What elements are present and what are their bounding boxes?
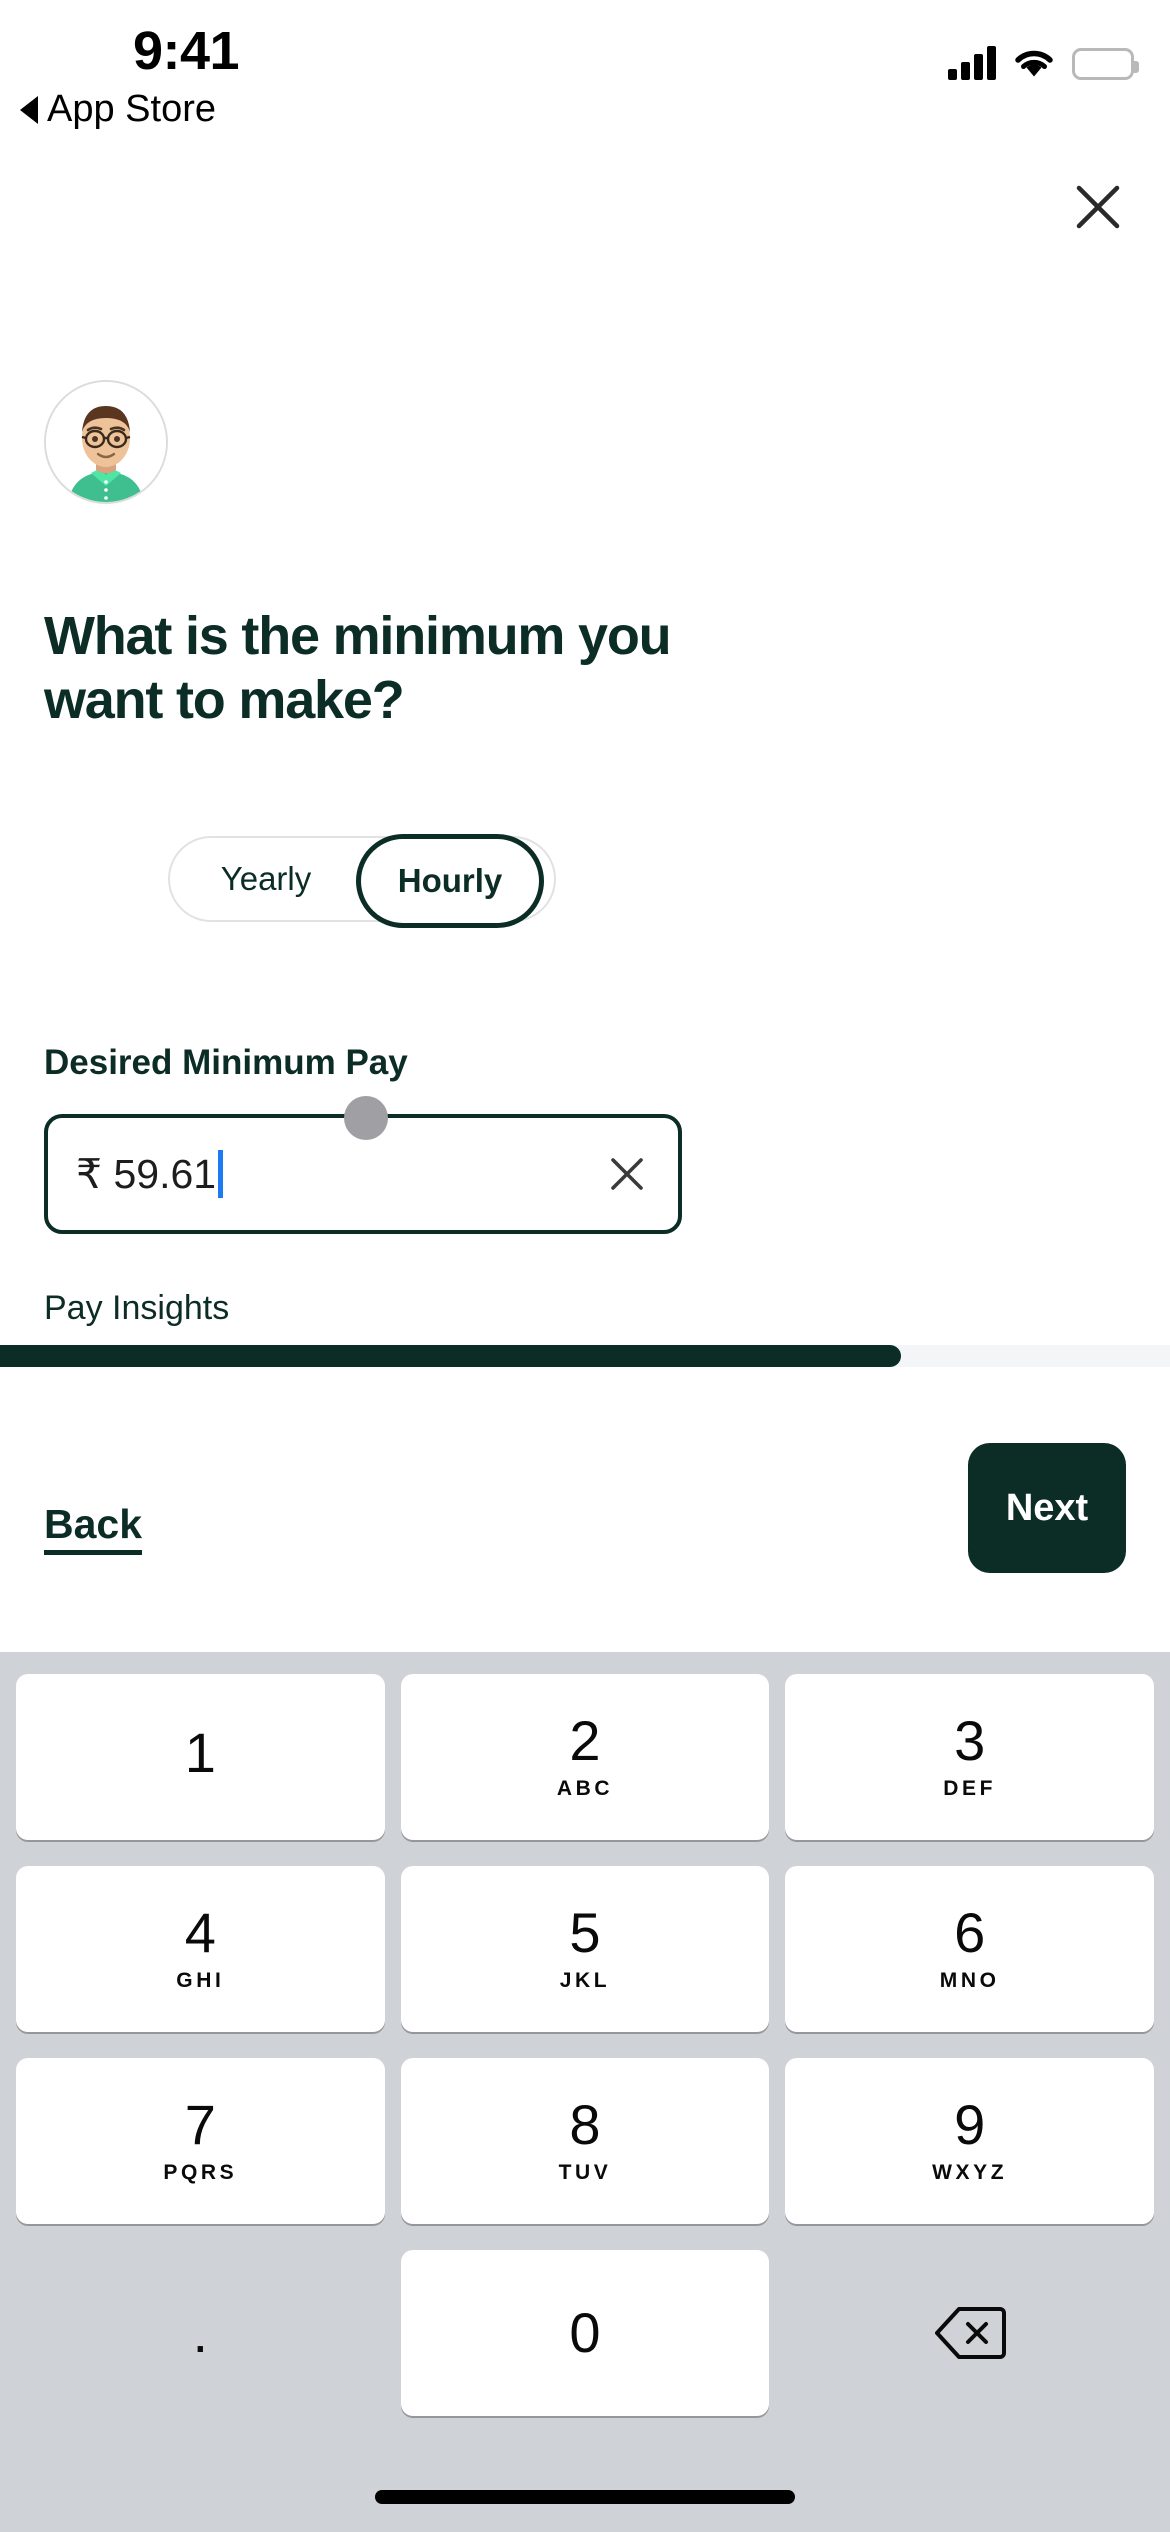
key-7[interactable]: 7 PQRS xyxy=(16,2058,385,2224)
close-button[interactable] xyxy=(1066,175,1130,239)
back-button[interactable]: Back xyxy=(44,1501,142,1548)
keypad-cell xyxy=(777,2250,1162,2416)
keypad-cell: 3 DEF xyxy=(777,1674,1162,1840)
keypad-cell: 9 WXYZ xyxy=(777,2058,1162,2224)
key-number: 4 xyxy=(184,1901,216,1964)
cellular-signal-icon xyxy=(948,46,996,80)
key-number: 2 xyxy=(569,1709,601,1772)
pay-field-label: Desired Minimum Pay xyxy=(44,1043,408,1082)
keypad-cell: 0 xyxy=(393,2250,778,2416)
key-number: 3 xyxy=(954,1709,986,1772)
keypad-cell: . xyxy=(8,2250,393,2416)
pay-input-value-wrap: ₹ 59.61 xyxy=(76,1150,224,1198)
progress-bar-fill xyxy=(0,1345,901,1367)
key-number: 5 xyxy=(569,1901,601,1964)
toggle-option-hourly[interactable]: Hourly xyxy=(356,834,544,928)
status-bar: 9:41 App Store xyxy=(0,0,1170,150)
battery-icon xyxy=(1072,48,1139,80)
keypad-row: 1 2 ABC 3 DEF xyxy=(8,1674,1162,1840)
pay-input-value: ₹ 59.61 xyxy=(76,1151,217,1197)
key-letters: JKL xyxy=(559,1969,611,1992)
keypad-row: 4 GHI 5 JKL 6 MNO xyxy=(8,1866,1162,2032)
key-letters: PQRS xyxy=(163,2161,238,2184)
key-letters: DEF xyxy=(943,1777,997,1800)
key-decimal[interactable]: . xyxy=(16,2250,385,2416)
text-cursor xyxy=(218,1150,224,1198)
keypad-cell: 6 MNO xyxy=(777,1866,1162,2032)
back-to-app-store-link[interactable]: App Store xyxy=(20,88,216,131)
next-button[interactable]: Next xyxy=(968,1443,1126,1573)
key-1[interactable]: 1 xyxy=(16,1674,385,1840)
key-5[interactable]: 5 JKL xyxy=(400,1866,770,2032)
pay-insights-label: Pay Insights xyxy=(44,1289,230,1327)
keypad-cell: 4 GHI xyxy=(8,1866,393,2032)
key-9[interactable]: 9 WXYZ xyxy=(785,2058,1155,2224)
key-letters: GHI xyxy=(176,1969,225,1992)
key-letters: ABC xyxy=(556,1777,614,1800)
progress-bar xyxy=(0,1345,1170,1367)
wifi-icon xyxy=(1012,46,1056,80)
page-title: What is the minimum you want to make? xyxy=(44,606,672,730)
back-arrow-icon xyxy=(20,95,38,124)
key-6[interactable]: 6 MNO xyxy=(785,1866,1155,2032)
close-icon xyxy=(1076,185,1120,229)
keypad-row: 7 PQRS 8 TUV 9 WXYZ xyxy=(8,2058,1162,2224)
key-number: . xyxy=(192,2301,209,2364)
pay-period-toggle[interactable]: Yearly Hourly xyxy=(168,834,556,928)
status-time: 9:41 xyxy=(133,21,240,81)
navigation-row: Back Next xyxy=(0,1405,1170,1650)
key-number: 6 xyxy=(954,1901,986,1964)
avatar xyxy=(44,380,168,504)
key-backspace[interactable] xyxy=(785,2250,1154,2416)
keypad-cell: 8 TUV xyxy=(393,2058,778,2224)
keypad-cell: 1 xyxy=(8,1674,393,1840)
key-letters: MNO xyxy=(939,1969,1000,1992)
key-0[interactable]: 0 xyxy=(400,2250,770,2416)
backspace-icon xyxy=(934,2307,1006,2359)
touch-indicator xyxy=(344,1096,388,1140)
key-4[interactable]: 4 GHI xyxy=(16,1866,385,2032)
keypad-cell: 2 ABC xyxy=(393,1674,778,1840)
key-number: 1 xyxy=(184,1721,216,1784)
key-2[interactable]: 2 ABC xyxy=(400,1674,770,1840)
back-app-label: App Store xyxy=(47,88,216,130)
key-3[interactable]: 3 DEF xyxy=(785,1674,1155,1840)
status-icons xyxy=(948,30,1139,80)
home-indicator xyxy=(375,2490,795,2504)
keypad-cell: 7 PQRS xyxy=(8,2058,393,2224)
key-number: 9 xyxy=(954,2093,986,2156)
key-number: 0 xyxy=(569,2301,601,2364)
key-number: 7 xyxy=(184,2093,216,2156)
keypad-row: . 0 xyxy=(8,2250,1162,2416)
phone-screen: 9:41 App Store What is the minimum you w… xyxy=(0,0,1170,2532)
key-number: 8 xyxy=(569,2093,601,2156)
key-8[interactable]: 8 TUV xyxy=(400,2058,770,2224)
keypad-cell: 5 JKL xyxy=(393,1866,778,2032)
key-letters: WXYZ xyxy=(932,2161,1008,2184)
numeric-keypad: 1 2 ABC 3 DEF 4 GHI 5 JKL 6 MNO 7 PQRS 8… xyxy=(0,1652,1170,2532)
clear-input-button[interactable] xyxy=(604,1151,650,1197)
close-icon xyxy=(611,1158,643,1190)
key-letters: TUV xyxy=(558,2161,612,2184)
toggle-option-yearly[interactable]: Yearly xyxy=(170,860,362,898)
